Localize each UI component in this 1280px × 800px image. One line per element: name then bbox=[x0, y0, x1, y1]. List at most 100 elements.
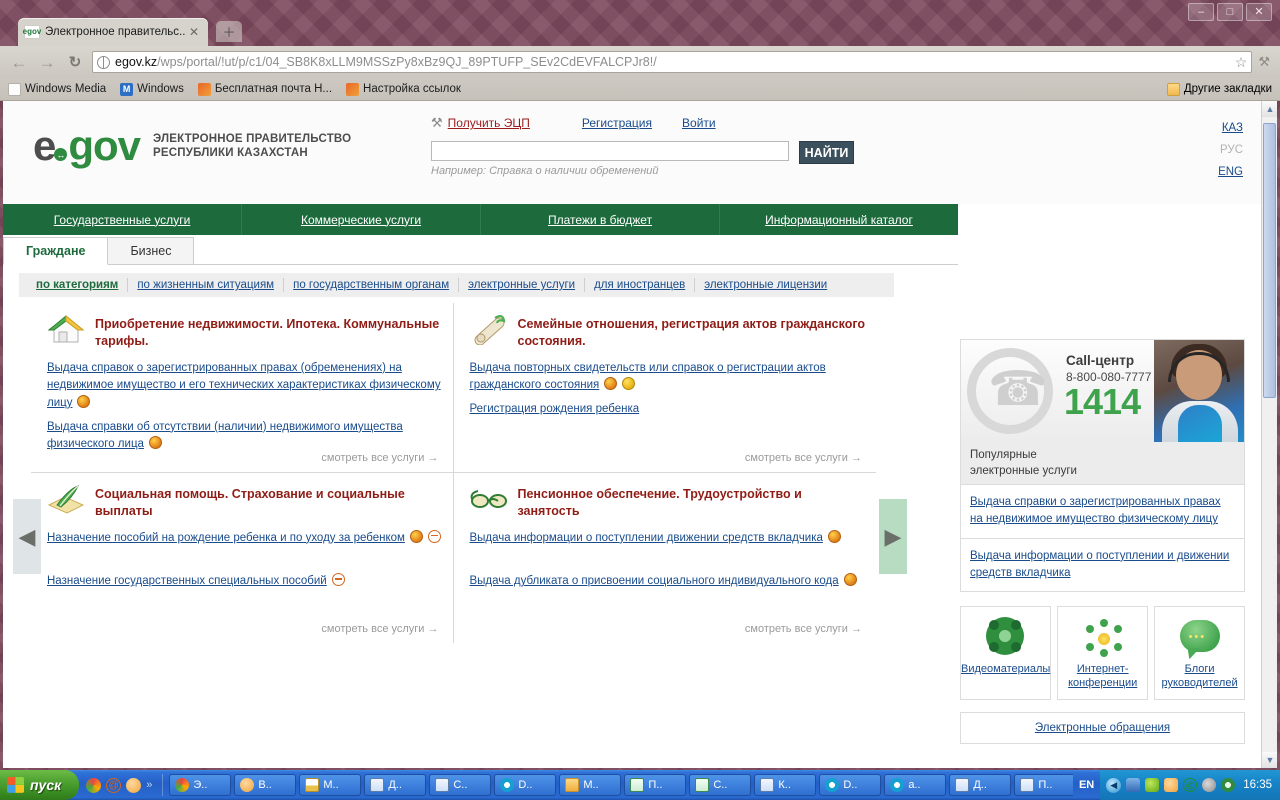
task-button[interactable]: Д.. bbox=[949, 774, 1012, 796]
get-ecp-link[interactable]: Получить ЭЦП bbox=[448, 116, 530, 130]
register-link[interactable]: Регистрация bbox=[582, 116, 652, 130]
bookmark-item[interactable]: Бесплатная почта Н... bbox=[197, 82, 332, 96]
service-link[interactable]: Выдача дубликата о присвоении социальног… bbox=[470, 575, 839, 587]
electronic-appeals-box[interactable]: Электронные обращения bbox=[960, 712, 1245, 745]
see-all-services-link[interactable]: смотреть все услуги → bbox=[321, 452, 438, 464]
browser-tab[interactable]: egov Электронное правительс... ✕ bbox=[18, 18, 208, 46]
popular-service-link[interactable]: Выдача информации о поступлении и движен… bbox=[970, 550, 1229, 579]
speech-bubble-icon: ••• bbox=[1178, 617, 1222, 659]
subfilter-by-life-situations[interactable]: по жизненным ситуациям bbox=[128, 278, 285, 292]
electronic-appeals-link[interactable]: Электронные обращения bbox=[1035, 722, 1170, 734]
search-button[interactable]: НАЙТИ bbox=[799, 141, 854, 164]
tile-label[interactable]: Видеоматериалы bbox=[961, 663, 1050, 677]
scroll-up-arrow-icon[interactable]: ▲ bbox=[1262, 101, 1277, 117]
task-button[interactable]: Д.. bbox=[364, 774, 427, 796]
task-button[interactable]: К.. bbox=[754, 774, 817, 796]
scroll-down-arrow-icon[interactable]: ▼ bbox=[1262, 752, 1277, 768]
service-link[interactable]: Регистрация рождения ребенка bbox=[470, 403, 640, 415]
service-link[interactable]: Выдача повторных свидетельств или справо… bbox=[470, 362, 826, 392]
tab-citizens[interactable]: Граждане bbox=[3, 237, 109, 265]
nav-item-budget-payments[interactable]: Платежи в бюджет bbox=[481, 204, 720, 235]
task-button[interactable]: П.. bbox=[624, 774, 687, 796]
login-link[interactable]: Войти bbox=[682, 116, 716, 130]
new-tab-button[interactable]: ＋ bbox=[216, 21, 242, 42]
lang-kaz[interactable]: КАЗ bbox=[1218, 117, 1243, 139]
clock[interactable]: 16:35 bbox=[1243, 779, 1272, 791]
address-bar[interactable]: egov.kz/wps/portal/!ut/p/c1/04_SB8K8xLLM… bbox=[92, 51, 1253, 73]
task-button[interactable]: П.. bbox=[1014, 774, 1073, 796]
start-button[interactable]: пуск bbox=[0, 770, 80, 800]
page-info-globe-icon[interactable] bbox=[97, 55, 110, 69]
task-button[interactable]: С.. bbox=[689, 774, 752, 796]
at-sign-icon[interactable]: @ bbox=[1183, 778, 1198, 792]
see-all-services-link[interactable]: смотреть все услуги → bbox=[745, 452, 862, 464]
tile-label[interactable]: Блоги руководителей bbox=[1155, 663, 1244, 691]
logo-letter-e: e bbox=[33, 122, 56, 169]
popular-service-link[interactable]: Выдача справки о зарегистрированных прав… bbox=[970, 496, 1221, 525]
task-button[interactable]: Э.. bbox=[169, 774, 232, 796]
service-link[interactable]: Выдача справки об отсутствии (наличии) н… bbox=[47, 421, 403, 451]
bookmark-star-icon[interactable]: ☆ bbox=[1235, 54, 1248, 71]
favicon-egov-icon: egov bbox=[23, 25, 41, 39]
service-link[interactable]: Назначение пособий на рождение ребенка и… bbox=[47, 532, 405, 544]
payable-badge-icon bbox=[77, 395, 91, 409]
back-icon[interactable]: ← bbox=[8, 54, 30, 71]
antivirus-shield-icon[interactable] bbox=[1145, 778, 1160, 792]
service-link[interactable]: Назначение государственных специальных п… bbox=[47, 575, 327, 587]
tray-expand-icon[interactable]: ◀ bbox=[1106, 777, 1122, 793]
word-icon bbox=[760, 778, 775, 792]
tile-video-materials[interactable]: Видеоматериалы bbox=[960, 606, 1052, 701]
egov-logo[interactable]: e ↔ gov ЭЛЕКТРОННОЕ ПРАВИТЕЛЬСТВО РЕСПУБ… bbox=[33, 125, 351, 167]
tab-business[interactable]: Бизнес bbox=[107, 237, 195, 264]
language-indicator[interactable]: EN bbox=[1073, 779, 1100, 791]
volume-icon[interactable] bbox=[1202, 778, 1217, 792]
subfilter-for-foreigners[interactable]: для иностранцев bbox=[585, 278, 696, 292]
forward-icon[interactable]: → bbox=[36, 54, 58, 71]
service-link[interactable]: Выдача информации о поступлении движении… bbox=[470, 532, 823, 544]
bookmark-item[interactable]: Windows Media bbox=[8, 82, 106, 96]
power-icon[interactable] bbox=[1221, 778, 1236, 792]
task-button[interactable]: D.. bbox=[494, 774, 557, 796]
subfilter-electronic-services[interactable]: электронные услуги bbox=[459, 278, 586, 292]
nav-item-government-services[interactable]: Государственные услуги bbox=[3, 204, 242, 235]
task-button[interactable]: D.. bbox=[819, 774, 882, 796]
search-input[interactable] bbox=[431, 141, 789, 161]
service-link[interactable]: Выдача справок о зарегистрированных прав… bbox=[47, 362, 441, 409]
at-sign-icon[interactable]: @ bbox=[106, 777, 122, 793]
bookmark-item[interactable]: M Windows bbox=[120, 82, 184, 96]
wrench-menu-icon[interactable]: ⚒ bbox=[1258, 54, 1272, 70]
subfilter-by-government-bodies[interactable]: по государственным органам bbox=[284, 278, 460, 292]
task-button[interactable]: С.. bbox=[429, 774, 492, 796]
carousel-next-arrow-icon[interactable]: ▶ bbox=[879, 499, 907, 574]
network-icon[interactable] bbox=[1126, 778, 1141, 792]
task-button[interactable]: a.. bbox=[884, 774, 947, 796]
reload-icon[interactable]: ↻ bbox=[64, 55, 86, 70]
windows-taskbar: пуск @ » Э.. В.. М.. Д.. С.. D.. М.. П..… bbox=[0, 770, 1280, 800]
tile-leader-blogs[interactable]: ••• Блоги руководителей bbox=[1154, 606, 1245, 701]
lang-eng[interactable]: ENG bbox=[1218, 161, 1243, 183]
call-center-banner[interactable]: Call-центр 8-800-080-7777 1414 bbox=[960, 339, 1245, 442]
quicklaunch-overflow-icon[interactable]: » bbox=[146, 779, 152, 791]
bookmark-item[interactable]: Настройка ссылок bbox=[346, 82, 461, 96]
page-scrollbar[interactable]: ▲ ▼ bbox=[1261, 101, 1277, 768]
lang-rus[interactable]: РУС bbox=[1218, 139, 1243, 161]
see-all-services-link[interactable]: смотреть все услуги → bbox=[745, 623, 862, 635]
task-button[interactable]: М.. bbox=[559, 774, 622, 796]
outlook-icon[interactable] bbox=[126, 777, 142, 793]
nav-item-commercial-services[interactable]: Коммерческие услуги bbox=[242, 204, 481, 235]
scrollbar-thumb[interactable] bbox=[1263, 123, 1276, 398]
subfilter-electronic-licenses[interactable]: электронные лицензии bbox=[695, 278, 836, 292]
taskbar-buttons: Э.. В.. М.. Д.. С.. D.. М.. П.. С.. К.. … bbox=[166, 774, 1073, 796]
task-button[interactable]: В.. bbox=[234, 774, 297, 796]
outlook-icon[interactable] bbox=[1164, 778, 1179, 792]
minus-badge-icon bbox=[427, 529, 441, 543]
see-all-services-link[interactable]: смотреть все услуги → bbox=[321, 623, 438, 635]
subfilter-by-categories[interactable]: по категориям bbox=[27, 278, 129, 292]
task-button[interactable]: М.. bbox=[299, 774, 362, 796]
tile-internet-conferences[interactable]: Интернет-конференции bbox=[1057, 606, 1149, 701]
tile-label[interactable]: Интернет-конференции bbox=[1058, 663, 1147, 691]
nav-item-information-catalog[interactable]: Информационный каталог bbox=[720, 204, 958, 235]
other-bookmarks-button[interactable]: Другие закладки bbox=[1166, 82, 1272, 96]
tab-close-icon[interactable]: ✕ bbox=[186, 25, 202, 39]
chrome-icon[interactable] bbox=[86, 777, 102, 793]
